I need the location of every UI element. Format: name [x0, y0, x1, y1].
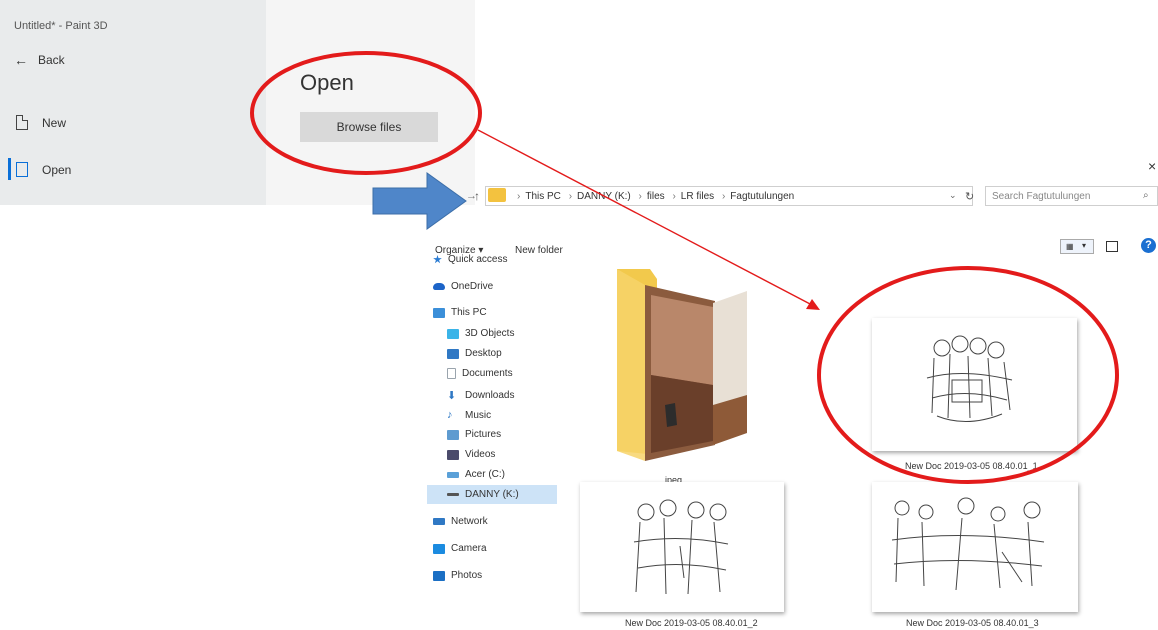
nav-item-photos[interactable]: Photos [433, 570, 482, 581]
item-label-1: New Doc 2019-03-05 08.40.01_1 [905, 461, 1038, 471]
nav-item-downloads[interactable]: ⬇ Downloads [447, 389, 514, 402]
sketch-drawing [891, 497, 1045, 591]
nav-label: Photos [451, 570, 483, 581]
music-icon: ♪ [447, 409, 453, 421]
nav-label: DANNY (K:) [465, 489, 519, 500]
nav-label: OneDrive [451, 281, 494, 292]
chevron-down-icon[interactable]: ⌄ [949, 190, 957, 201]
nav-item-videos[interactable]: Videos [447, 449, 495, 460]
preview-pane-icon[interactable] [1106, 241, 1118, 252]
menu-item-open-label: Open [42, 162, 72, 177]
view-grid-icon: ▦ [1066, 242, 1074, 251]
breadcrumb-item[interactable]: files [647, 191, 665, 202]
camera-icon [433, 543, 445, 554]
nav-item-onedrive[interactable]: OneDrive [433, 281, 493, 292]
item-label-3: New Doc 2019-03-05 08.40.01_3 [906, 618, 1039, 628]
download-icon: ⬇ [447, 390, 457, 402]
view-options-button[interactable]: ▦ ▾ [1060, 239, 1094, 254]
nav-item-acer-drive[interactable]: Acer (C:) [447, 469, 505, 480]
nav-item-pictures[interactable]: Pictures [447, 429, 501, 440]
nav-item-this-pc[interactable]: This PC [433, 307, 487, 318]
chevron-down-icon: ▾ [1082, 241, 1087, 250]
image-thumbnail-2[interactable] [580, 482, 784, 612]
drive-icon [447, 471, 459, 478]
back-button[interactable]: ← Back [14, 52, 65, 68]
open-heading: Open [300, 70, 354, 95]
nav-item-music[interactable]: ♪ Music [447, 409, 491, 421]
nav-label: Network [451, 516, 488, 527]
cube-icon [447, 328, 459, 339]
paint3d-file-menu: Untitled* - Paint 3D ← Back New Open Ope… [0, 0, 475, 205]
photos-icon [433, 570, 445, 581]
nav-label: Downloads [465, 390, 515, 401]
file-menu-content [266, 0, 475, 205]
menu-item-open[interactable]: Open [16, 162, 71, 177]
sketch-drawing [926, 335, 1013, 423]
search-icon: ⌕ [1143, 190, 1149, 201]
breadcrumb-item[interactable]: Fagtutulungen [730, 191, 794, 202]
nav-item-desktop[interactable]: Desktop [447, 348, 502, 359]
breadcrumb: › This PC › DANNY (K:) › files › LR files › F… [517, 191, 795, 202]
menu-item-new-label: New [42, 115, 67, 130]
nav-item-camera[interactable]: Camera [433, 543, 487, 554]
sketch-drawing [633, 499, 729, 595]
usb-drive-icon [447, 493, 459, 496]
nav-label: Quick access [448, 254, 508, 265]
nav-label: Documents [462, 368, 513, 379]
videos-icon [447, 449, 459, 460]
open-file-icon [16, 162, 28, 177]
browse-files-button[interactable]: Browse files [300, 112, 438, 142]
nav-label: 3D Objects [465, 328, 515, 339]
folder-thumbnail [617, 269, 747, 461]
pictures-icon [447, 429, 459, 440]
arrow-left-icon: ← [14, 52, 28, 68]
breadcrumb-item[interactable]: DANNY (K:) [577, 191, 631, 202]
item-label-2: New Doc 2019-03-05 08.40.01_2 [625, 618, 758, 628]
red-arrowhead [806, 299, 820, 310]
nav-item-documents[interactable]: Documents [447, 368, 513, 379]
nav-item-quick-access[interactable]: Quick access [433, 254, 507, 265]
nav-label: Camera [451, 543, 487, 554]
nav-label: This PC [451, 307, 487, 318]
nav-item-network[interactable]: Network [433, 516, 488, 527]
documents-icon [447, 368, 456, 379]
nav-label: Music [465, 409, 492, 421]
image-thumbnail-1[interactable] [872, 318, 1077, 451]
breadcrumb-item[interactable]: LR files [681, 191, 714, 202]
back-label: Back [38, 53, 65, 67]
new-folder-button[interactable]: New folder [515, 245, 563, 256]
help-icon[interactable]: ? [1141, 238, 1156, 253]
pc-icon [433, 307, 445, 318]
folder-item-jpeg[interactable] [605, 265, 755, 465]
up-arrow-icon[interactable]: ↑ [474, 189, 480, 203]
folder-icon [488, 188, 506, 202]
desktop-icon [447, 348, 459, 359]
search-input[interactable]: Search Fagtutulungen [985, 186, 1158, 206]
cloud-icon [433, 283, 445, 290]
window-title: Untitled* - Paint 3D [14, 20, 108, 32]
refresh-icon[interactable]: ↻ [965, 190, 974, 203]
selected-indicator [8, 158, 11, 180]
star-icon [433, 255, 442, 264]
nav-label: Pictures [465, 429, 502, 440]
menu-item-new[interactable]: New [16, 115, 66, 130]
network-icon [433, 518, 445, 525]
nav-label: Videos [465, 449, 496, 460]
nav-label: Desktop [465, 348, 502, 359]
nav-item-3d-objects[interactable]: 3D Objects [447, 328, 514, 339]
image-thumbnail-3[interactable] [872, 482, 1078, 612]
close-dialog-button[interactable]: × [1148, 158, 1156, 174]
nav-label: Acer (C:) [465, 469, 505, 480]
nav-item-danny-drive[interactable]: DANNY (K:) [447, 489, 519, 500]
new-file-icon [16, 115, 28, 130]
breadcrumb-item[interactable]: This PC [525, 191, 561, 202]
